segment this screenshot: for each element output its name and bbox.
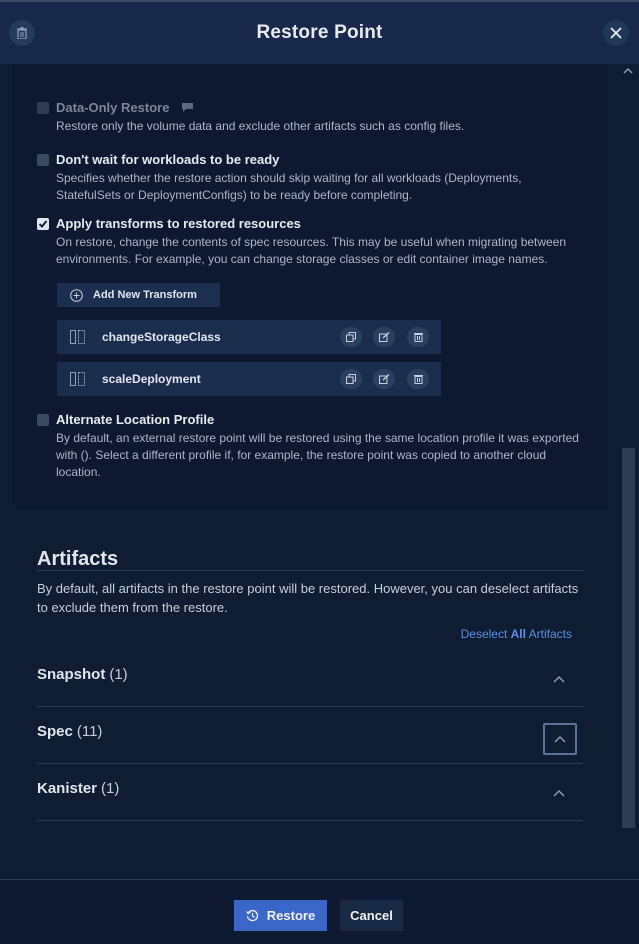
- section-name: Snapshot: [37, 666, 106, 683]
- transform-row[interactable]: scaleDeployment: [57, 362, 441, 396]
- section-count: (11): [76, 723, 103, 740]
- artifact-section-spec[interactable]: Spec (11): [37, 706, 583, 764]
- divider: [37, 570, 583, 571]
- edit-transform-button[interactable]: [373, 369, 395, 389]
- scroll-up-arrow-icon[interactable]: [623, 67, 633, 75]
- apply-transforms-checkbox[interactable]: [37, 218, 49, 230]
- drag-handle-icon[interactable]: [70, 330, 85, 344]
- artifacts-description: By default, all artifacts in the restore…: [37, 581, 579, 615]
- alternate-location-label: Alternate Location Profile: [56, 412, 215, 427]
- section-name: Spec: [37, 723, 73, 740]
- close-button[interactable]: [603, 20, 629, 46]
- collapse-section-button[interactable]: [543, 723, 577, 755]
- alternate-location-checkbox[interactable]: [37, 414, 49, 426]
- comment-icon[interactable]: [181, 102, 194, 113]
- edit-transform-button[interactable]: [373, 327, 395, 347]
- alternate-location-description: By default, an external restore point wi…: [56, 431, 579, 479]
- checkmark-icon: [38, 220, 48, 228]
- option-alternate-location: Alternate Location Profile By default, a…: [37, 412, 579, 479]
- dont-wait-description: Specifies whether the restore action sho…: [56, 171, 522, 202]
- artifact-section-snapshot[interactable]: Snapshot (1): [37, 649, 583, 707]
- apply-transforms-description: On restore, change the contents of spec …: [56, 235, 567, 266]
- vertical-scrollbar[interactable]: [621, 64, 635, 879]
- collapse-section-button[interactable]: [549, 783, 569, 803]
- section-count: (1): [109, 666, 128, 683]
- chevron-up-icon: [553, 790, 565, 797]
- edit-icon: [378, 374, 389, 384]
- option-data-only: Data-Only Restore Restore only the volum…: [37, 100, 577, 134]
- duplicate-transform-button[interactable]: [340, 327, 362, 347]
- data-only-description: Restore only the volume data and exclude…: [56, 119, 465, 133]
- dialog-header: Restore Point: [0, 0, 639, 64]
- close-icon: [610, 27, 622, 39]
- copy-icon: [346, 332, 356, 342]
- collapse-section-button[interactable]: [549, 669, 569, 689]
- section-name: Kanister: [37, 780, 98, 797]
- scrollbar-thumb[interactable]: [622, 448, 635, 828]
- cancel-label: Cancel: [350, 908, 393, 923]
- artifacts-heading: Artifacts: [37, 548, 119, 570]
- transform-name: scaleDeployment: [102, 372, 201, 386]
- trash-icon: [413, 333, 423, 342]
- dialog-title: Restore Point: [256, 22, 383, 43]
- history-icon: [245, 909, 258, 922]
- deselect-all-artifacts-link[interactable]: Deselect All Artifacts: [461, 627, 572, 641]
- trash-icon: [413, 375, 423, 384]
- add-new-transform-label: Add New Transform: [93, 289, 197, 301]
- dont-wait-checkbox[interactable]: [37, 154, 49, 166]
- delete-transform-button[interactable]: [407, 327, 429, 347]
- drag-handle-icon[interactable]: [70, 372, 85, 386]
- option-dont-wait: Don't wait for workloads to be ready Spe…: [37, 152, 577, 202]
- dialog-footer: Restore Cancel: [0, 879, 639, 944]
- chevron-up-icon: [553, 676, 565, 683]
- cancel-button[interactable]: Cancel: [340, 900, 403, 931]
- data-only-label: Data-Only Restore: [56, 100, 194, 115]
- dialog-body: Data-Only Restore Restore only the volum…: [0, 64, 639, 879]
- copy-icon: [346, 374, 356, 384]
- section-count: (1): [101, 780, 120, 797]
- duplicate-transform-button[interactable]: [340, 369, 362, 389]
- transform-row[interactable]: changeStorageClass: [57, 320, 441, 354]
- apply-transforms-label: Apply transforms to restored resources: [56, 216, 301, 231]
- restore-label: Restore: [266, 908, 316, 923]
- plus-circle-icon: [70, 288, 83, 302]
- artifact-section-kanister[interactable]: Kanister (1): [37, 763, 583, 821]
- chevron-up-icon: [554, 736, 566, 743]
- option-apply-transforms: Apply transforms to restored resources O…: [37, 216, 577, 266]
- add-new-transform-button[interactable]: Add New Transform: [57, 283, 220, 307]
- delete-transform-button[interactable]: [407, 369, 429, 389]
- data-only-checkbox[interactable]: [37, 102, 49, 114]
- transform-name: changeStorageClass: [102, 330, 221, 344]
- restore-button[interactable]: Restore: [234, 900, 327, 931]
- dont-wait-label: Don't wait for workloads to be ready: [56, 152, 280, 167]
- edit-icon: [378, 332, 389, 342]
